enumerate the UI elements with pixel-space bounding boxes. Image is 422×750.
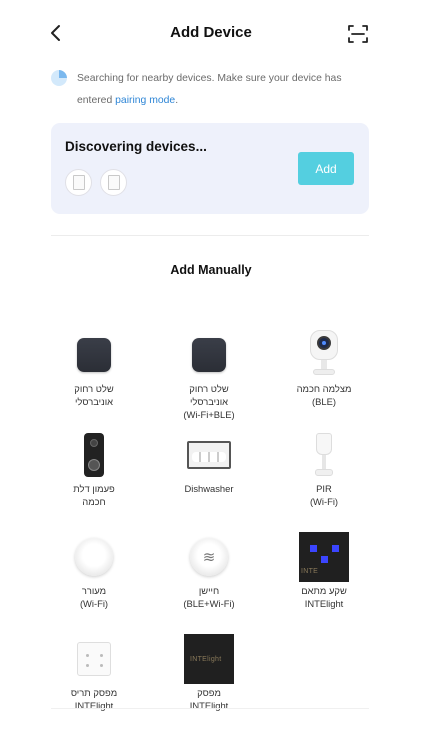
dish-rack [192, 452, 226, 462]
doorbell-button [88, 459, 100, 471]
device-tile-smart-camera[interactable]: מצלמה חכמה (BLE) [274, 326, 374, 408]
divider [51, 235, 369, 236]
plug-indicator [321, 556, 328, 563]
pairing-mode-link[interactable]: pairing mode [115, 95, 175, 106]
device-tile-smart-doorbell[interactable]: פעמון דלת חכמה [44, 430, 144, 508]
device-image [184, 330, 234, 380]
header: Add Device [0, 0, 422, 66]
remote-icon [192, 338, 226, 372]
pir-head [316, 433, 332, 455]
device-tile-universal-remote[interactable]: שלט רחוק אוניברסלי [44, 330, 144, 408]
device-tile-shutter-switch[interactable]: מפסק תריס INTElight [44, 634, 144, 712]
tip-suffix: . [175, 95, 179, 106]
camera-icon [309, 330, 339, 376]
switch-icon: INTElight [184, 634, 234, 684]
add-manually-title: Add Manually [170, 263, 252, 277]
device-image [69, 532, 119, 582]
sensor-icon: ≋ [190, 538, 228, 576]
device-image [69, 330, 119, 380]
device-label: PIR (Wi-Fi) [309, 483, 339, 507]
device-image: INTE [299, 532, 349, 582]
device-tile-dishwasher[interactable]: Dishwasher [159, 430, 259, 495]
device-label: מעורר (Wi-Fi) [79, 585, 109, 609]
device-tile-siren[interactable]: מעורר (Wi-Fi) [44, 532, 144, 610]
searching-spinner-icon [51, 70, 67, 86]
pir-neck [322, 455, 326, 469]
device-label: פעמון דלת חכמה [73, 483, 115, 507]
scan-button[interactable] [346, 22, 370, 46]
pir-base [315, 469, 333, 476]
siren-icon [75, 538, 113, 576]
switch-icon [72, 175, 85, 190]
device-tile-pir[interactable]: PIR (Wi-Fi) [274, 430, 374, 508]
doorbell-camera [90, 439, 98, 447]
device-label: חיישן (BLE+Wi-Fi) [183, 585, 235, 609]
dishwasher-icon [187, 441, 231, 469]
device-image [69, 430, 119, 480]
device-label: שקע מתאם INTElight [301, 585, 347, 609]
doorbell-icon [84, 433, 104, 477]
smart-plug-icon: INTE [299, 532, 349, 582]
pir-sensor-icon [313, 433, 335, 477]
device-image [299, 326, 349, 380]
remote-icon [77, 338, 111, 372]
camera-lens [317, 336, 331, 350]
device-image [69, 634, 119, 684]
device-image [299, 430, 349, 480]
device-tile-universal-remote-wifi-ble[interactable]: שלט רחוק אוניברסלי (Wi-Fi+BLE) [159, 330, 259, 421]
camera-base [313, 369, 335, 375]
device-image: ≋ [184, 532, 234, 582]
switch-dot [100, 664, 103, 667]
switch-icon [107, 175, 120, 190]
brand-logo: INTElight [190, 656, 222, 663]
plug-indicator [332, 545, 339, 552]
device-image: INTElight [184, 634, 234, 684]
discovering-card: Discovering devices... Add [51, 123, 369, 214]
discovering-title: Discovering devices... [65, 139, 207, 154]
device-label: מצלמה חכמה (BLE) [296, 383, 352, 407]
device-label: שלט רחוק אוניברסלי [74, 383, 114, 407]
tip-text: Searching for nearby devices. Make sure … [77, 68, 360, 112]
brand-logo: INTE [301, 568, 319, 575]
add-button[interactable]: Add [298, 152, 354, 185]
shutter-switch-icon [77, 642, 111, 676]
device-tile-sensor[interactable]: ≋ חיישן (BLE+Wi-Fi) [159, 532, 259, 610]
scan-icon [348, 25, 368, 43]
discovered-device-2[interactable] [100, 169, 127, 196]
device-label: Dishwasher [184, 483, 234, 494]
device-tile-smart-plug[interactable]: INTE שקע מתאם INTElight [274, 532, 374, 610]
device-label: שלט רחוק אוניברסלי (Wi-Fi+BLE) [183, 383, 235, 420]
discovered-device-1[interactable] [65, 169, 92, 196]
switch-dot [100, 654, 103, 657]
plug-indicator [310, 545, 317, 552]
device-image [184, 430, 234, 480]
device-tile-switch[interactable]: INTElight מפסק INTElight [159, 634, 259, 712]
list-end-divider [51, 708, 369, 709]
